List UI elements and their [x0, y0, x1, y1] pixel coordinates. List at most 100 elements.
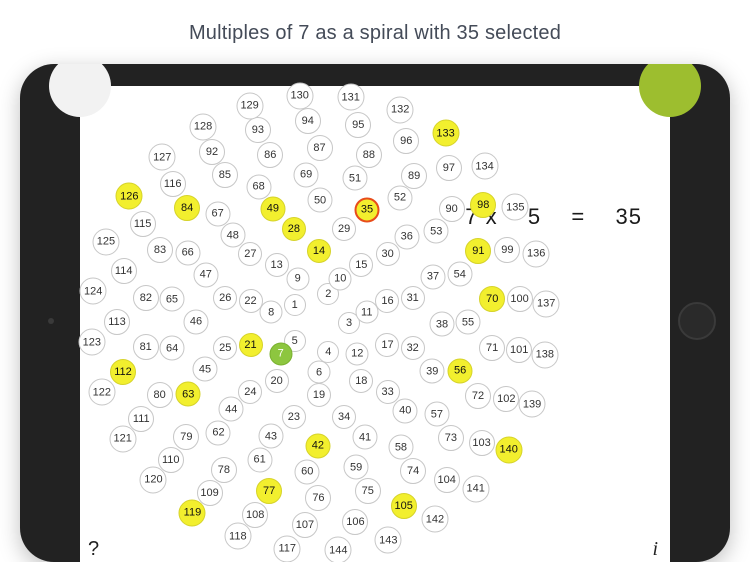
number-circle-39[interactable]: 39: [420, 359, 445, 384]
number-circle-23[interactable]: 23: [282, 405, 306, 429]
number-circle-42[interactable]: 42: [305, 433, 330, 458]
number-circle-4[interactable]: 4: [317, 341, 339, 363]
number-circle-72[interactable]: 72: [465, 383, 491, 409]
number-circle-120[interactable]: 120: [140, 466, 167, 493]
number-circle-36[interactable]: 36: [394, 224, 419, 249]
number-circle-46[interactable]: 46: [184, 309, 209, 334]
number-circle-104[interactable]: 104: [434, 467, 460, 493]
number-circle-90[interactable]: 90: [439, 196, 465, 222]
number-circle-132[interactable]: 132: [387, 96, 414, 123]
number-circle-136[interactable]: 136: [523, 240, 550, 267]
number-circle-43[interactable]: 43: [258, 424, 283, 449]
number-circle-114[interactable]: 114: [111, 258, 137, 284]
number-circle-78[interactable]: 78: [211, 457, 237, 483]
number-circle-44[interactable]: 44: [219, 397, 244, 422]
number-circle-1[interactable]: 1: [284, 294, 306, 316]
number-circle-118[interactable]: 118: [224, 523, 251, 550]
number-circle-85[interactable]: 85: [212, 162, 238, 188]
number-circle-83[interactable]: 83: [147, 237, 173, 263]
number-circle-26[interactable]: 26: [213, 286, 237, 310]
number-circle-135[interactable]: 135: [502, 194, 529, 221]
number-circle-119[interactable]: 119: [179, 499, 206, 526]
number-circle-45[interactable]: 45: [192, 357, 217, 382]
number-circle-10[interactable]: 10: [329, 267, 352, 290]
number-circle-87[interactable]: 87: [307, 135, 333, 161]
number-circle-122[interactable]: 122: [88, 379, 115, 406]
number-circle-38[interactable]: 38: [429, 312, 454, 337]
number-circle-41[interactable]: 41: [353, 425, 378, 450]
number-circle-17[interactable]: 17: [375, 333, 399, 357]
number-circle-20[interactable]: 20: [265, 369, 289, 393]
number-circle-108[interactable]: 108: [242, 502, 268, 528]
help-button[interactable]: ?: [88, 538, 99, 561]
number-circle-31[interactable]: 31: [401, 286, 425, 310]
number-circle-102[interactable]: 102: [493, 386, 519, 412]
number-circle-117[interactable]: 117: [274, 535, 301, 562]
number-circle-105[interactable]: 105: [391, 493, 417, 519]
number-circle-19[interactable]: 19: [307, 383, 331, 407]
number-circle-125[interactable]: 125: [92, 228, 119, 255]
number-circle-133[interactable]: 133: [432, 120, 459, 147]
number-circle-91[interactable]: 91: [465, 238, 491, 264]
number-circle-137[interactable]: 137: [533, 290, 560, 317]
number-circle-48[interactable]: 48: [220, 223, 245, 248]
number-circle-25[interactable]: 25: [213, 336, 237, 360]
number-circle-67[interactable]: 67: [205, 201, 230, 226]
number-circle-30[interactable]: 30: [376, 242, 400, 266]
number-circle-50[interactable]: 50: [308, 188, 333, 213]
number-circle-79[interactable]: 79: [173, 424, 199, 450]
number-circle-121[interactable]: 121: [109, 425, 136, 452]
number-circle-89[interactable]: 89: [401, 163, 427, 189]
number-circle-54[interactable]: 54: [447, 262, 472, 287]
number-circle-8[interactable]: 8: [260, 301, 283, 324]
number-circle-99[interactable]: 99: [494, 237, 520, 263]
number-circle-27[interactable]: 27: [238, 242, 262, 266]
number-circle-112[interactable]: 112: [110, 359, 136, 385]
number-circle-139[interactable]: 139: [519, 391, 546, 418]
number-circle-56[interactable]: 56: [448, 358, 473, 383]
number-circle-35[interactable]: 35: [355, 197, 380, 222]
info-button[interactable]: i: [652, 538, 658, 561]
number-circle-86[interactable]: 86: [257, 142, 283, 168]
number-circle-97[interactable]: 97: [436, 155, 462, 181]
number-circle-34[interactable]: 34: [332, 405, 356, 429]
number-circle-93[interactable]: 93: [245, 117, 271, 143]
number-circle-80[interactable]: 80: [147, 382, 173, 408]
number-circle-37[interactable]: 37: [421, 264, 446, 289]
number-circle-88[interactable]: 88: [356, 142, 382, 168]
number-circle-64[interactable]: 64: [160, 336, 185, 361]
number-circle-12[interactable]: 12: [346, 342, 369, 365]
number-circle-103[interactable]: 103: [469, 430, 495, 456]
number-circle-75[interactable]: 75: [355, 478, 381, 504]
number-circle-115[interactable]: 115: [130, 211, 156, 237]
number-circle-130[interactable]: 130: [286, 82, 313, 109]
number-circle-55[interactable]: 55: [455, 310, 480, 335]
number-circle-92[interactable]: 92: [199, 139, 225, 165]
number-circle-11[interactable]: 11: [355, 301, 378, 324]
number-circle-70[interactable]: 70: [479, 286, 505, 312]
number-circle-63[interactable]: 63: [176, 382, 201, 407]
number-circle-22[interactable]: 22: [239, 289, 263, 313]
number-circle-82[interactable]: 82: [133, 285, 159, 311]
number-circle-53[interactable]: 53: [424, 219, 449, 244]
number-circle-107[interactable]: 107: [292, 512, 318, 538]
number-circle-124[interactable]: 124: [80, 278, 107, 305]
number-circle-101[interactable]: 101: [506, 337, 532, 363]
number-circle-6[interactable]: 6: [308, 361, 331, 384]
number-circle-94[interactable]: 94: [295, 108, 321, 134]
number-circle-57[interactable]: 57: [424, 402, 449, 427]
number-circle-144[interactable]: 144: [325, 537, 352, 562]
number-circle-65[interactable]: 65: [159, 287, 184, 312]
number-circle-76[interactable]: 76: [305, 485, 331, 511]
number-circle-142[interactable]: 142: [421, 506, 448, 533]
number-circle-123[interactable]: 123: [78, 329, 105, 356]
number-circle-95[interactable]: 95: [345, 112, 371, 138]
number-circle-13[interactable]: 13: [265, 253, 289, 277]
number-circle-73[interactable]: 73: [438, 425, 464, 451]
number-circle-98[interactable]: 98: [470, 192, 496, 218]
number-circle-69[interactable]: 69: [294, 162, 319, 187]
number-circle-62[interactable]: 62: [206, 420, 231, 445]
number-circle-68[interactable]: 68: [246, 174, 271, 199]
number-circle-7[interactable]: 7: [269, 342, 292, 365]
number-circle-81[interactable]: 81: [133, 334, 159, 360]
